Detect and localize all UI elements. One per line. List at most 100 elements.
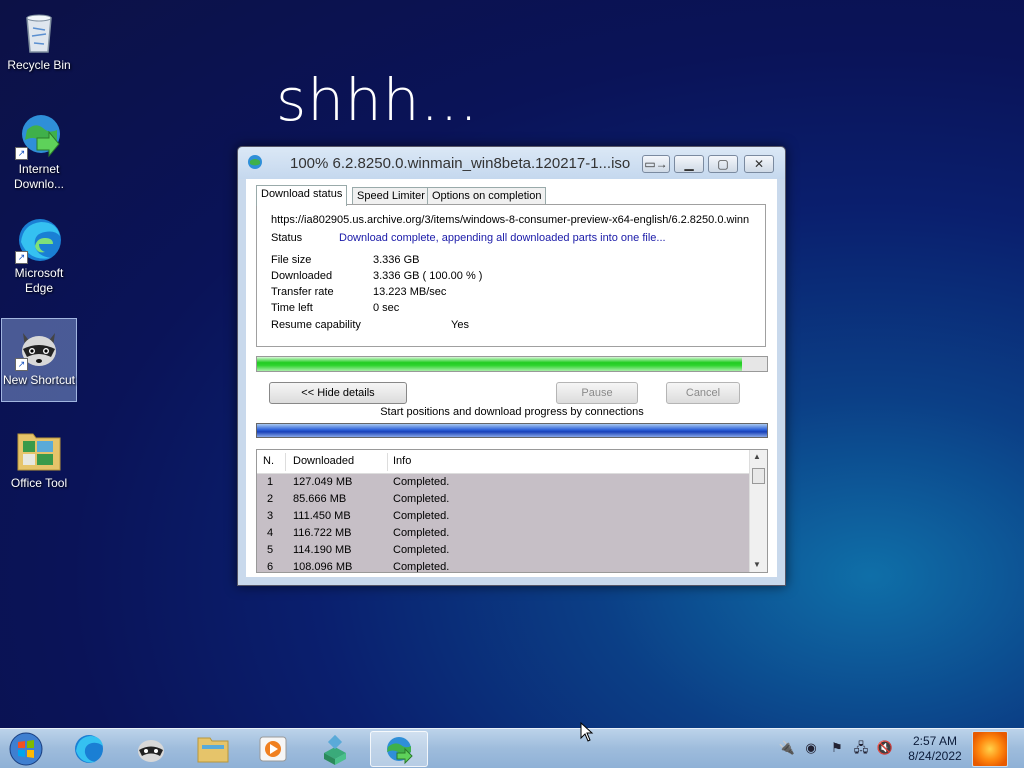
list-row[interactable]: 2 85.666 MB Completed.	[257, 491, 749, 508]
taskbar-media-player[interactable]	[244, 731, 302, 767]
usb-device-icon[interactable]: 🔌	[778, 739, 796, 757]
transfer-rate-label: Transfer rate	[271, 286, 334, 298]
scroll-down-icon[interactable]: ▼	[753, 560, 761, 569]
row-info: Completed.	[393, 493, 450, 505]
tab-speed-limiter[interactable]: Speed Limiter	[352, 187, 430, 205]
network-icon[interactable]: 🖧	[852, 739, 870, 757]
taskbar-office-tool[interactable]	[306, 731, 364, 767]
list-row[interactable]: 1 127.049 MB Completed.	[257, 474, 749, 491]
window-title: 100% 6.2.8250.0.winmain_win8beta.120217-…	[290, 155, 631, 172]
taskbar-file-explorer[interactable]	[184, 731, 242, 767]
list-row[interactable]: 3 111.450 MB Completed.	[257, 508, 749, 525]
row-downloaded: 114.190 MB	[293, 544, 352, 556]
start-button[interactable]	[6, 731, 46, 767]
idm-icon	[387, 737, 413, 765]
row-number: 5	[267, 544, 274, 556]
resume-capability-label: Resume capability	[271, 319, 361, 331]
desktop-icon-microsoft-edge[interactable]: ↗ Microsoft Edge	[1, 212, 77, 298]
file-size-label: File size	[271, 254, 312, 266]
column-header-n[interactable]: N.	[263, 455, 274, 467]
edge-icon: ↗	[15, 216, 63, 264]
shortcut-arrow-icon: ↗	[15, 358, 28, 371]
show-desktop-button[interactable]	[972, 731, 1008, 767]
idm-tray-icon[interactable]: ◉	[802, 739, 820, 757]
status-value: Download complete, appending all downloa…	[339, 232, 666, 244]
taskbar-raccoon[interactable]	[122, 731, 180, 767]
time-left-value: 0 sec	[373, 302, 400, 314]
idm-globe-icon	[247, 154, 263, 170]
status-label: Status	[271, 232, 303, 244]
desktop-icon-label: New Shortcut	[2, 373, 76, 387]
transfer-rate-value: 13.223 MB/sec	[373, 286, 447, 298]
desktop-icon-recycle-bin[interactable]: Recycle Bin	[1, 4, 77, 74]
clock-date: 8/24/2022	[908, 749, 962, 763]
list-row[interactable]: 5 114.190 MB Completed.	[257, 542, 749, 559]
column-header-downloaded[interactable]: Downloaded	[293, 455, 354, 467]
row-info: Completed.	[393, 561, 450, 573]
taskbar-clock[interactable]: 2:57 AM 8/24/2022	[902, 734, 968, 764]
row-downloaded: 116.722 MB	[293, 527, 352, 539]
row-downloaded: 108.096 MB	[293, 561, 353, 573]
minimize-to-tray-button[interactable]: ▭→	[642, 155, 670, 173]
time-left-label: Time left	[271, 302, 313, 314]
downloaded-label: Downloaded	[271, 270, 333, 282]
tab-download-status[interactable]: Download status	[256, 185, 348, 206]
taskbar: 🔌 ◉ ⚑ 🖧 🔇 2:57 AM 8/24/2022	[0, 728, 1024, 768]
pause-button[interactable]: Pause	[556, 382, 638, 404]
shortcut-arrow-icon: ↗	[15, 251, 28, 264]
file-size-value: 3.336 GB	[373, 254, 420, 266]
download-progress-window[interactable]: 100% 6.2.8250.0.winmain_win8beta.120217-…	[237, 146, 786, 586]
connections-list[interactable]: N. Downloaded Info 1 127.049 MB Complete…	[256, 449, 768, 573]
clock-time: 2:57 AM	[912, 734, 958, 748]
desktop-icon-label: Office Tool	[10, 476, 68, 490]
scroll-up-icon[interactable]: ▲	[753, 452, 761, 461]
raccoon-icon	[138, 740, 164, 762]
row-downloaded: 127.049 MB	[293, 476, 353, 488]
hide-details-button[interactable]: << Hide details	[269, 382, 407, 404]
row-number: 4	[267, 527, 274, 539]
close-button[interactable]: ✕	[744, 155, 774, 173]
shortcut-arrow-icon: ↗	[15, 147, 28, 160]
list-scrollbar[interactable]: ▲ ▼	[749, 450, 767, 572]
column-header-info[interactable]: Info	[393, 455, 411, 467]
desktop-icon-raccoon-shortcut[interactable]: ↗ New Shortcut	[1, 318, 77, 402]
title-bar[interactable]: 100% 6.2.8250.0.winmain_win8beta.120217-…	[238, 147, 785, 179]
row-downloaded: 111.450 MB	[293, 510, 351, 522]
desktop-icon-office-tool[interactable]: Office Tool	[1, 422, 77, 492]
scroll-thumb[interactable]	[752, 468, 765, 484]
office-tool-icon	[324, 734, 346, 765]
list-row[interactable]: 4 116.722 MB Completed.	[257, 525, 749, 542]
idm-globe-icon: ↗	[15, 112, 63, 160]
list-header: N. Downloaded Info	[257, 450, 749, 474]
volume-muted-icon[interactable]: 🔇	[876, 739, 894, 757]
download-url: https://ia802905.us.archive.org/3/items/…	[271, 214, 750, 226]
cancel-button[interactable]: Cancel	[666, 382, 740, 404]
desktop-icon-label: Microsoft Edge	[14, 266, 64, 295]
list-row[interactable]: 6 108.096 MB Completed.	[257, 559, 749, 573]
desktop-icon-internet-download-manager[interactable]: ↗ Internet Downlo...	[1, 108, 77, 194]
row-info: Completed.	[393, 527, 450, 539]
tab-options-on-completion[interactable]: Options on completion	[427, 187, 547, 205]
windows-orb-icon	[9, 732, 43, 766]
taskbar-internet-download-manager[interactable]	[370, 731, 428, 767]
recycle-bin-icon	[15, 8, 63, 56]
column-divider	[285, 453, 286, 471]
row-number: 1	[267, 476, 274, 488]
maximize-button[interactable]: ▢	[708, 155, 738, 173]
row-downloaded: 85.666 MB	[293, 493, 347, 505]
taskbar-edge[interactable]	[60, 731, 118, 767]
edge-icon	[75, 735, 103, 763]
folder-icon	[15, 426, 63, 474]
connections-progress-bar	[256, 423, 768, 438]
row-info: Completed.	[393, 544, 450, 556]
row-number: 6	[267, 561, 274, 573]
media-player-icon	[259, 736, 287, 762]
minimize-button[interactable]: ▁	[674, 155, 704, 173]
raccoon-icon: ↗	[15, 323, 63, 371]
action-center-flag-icon[interactable]: ⚑	[828, 739, 846, 757]
desktop-icon-label: Internet Downlo...	[13, 162, 65, 191]
wallpaper-text: shhh...	[276, 66, 479, 134]
row-number: 3	[267, 510, 274, 522]
connections-caption: Start positions and download progress by…	[380, 406, 644, 418]
downloaded-value: 3.336 GB ( 100.00 % )	[373, 270, 483, 282]
